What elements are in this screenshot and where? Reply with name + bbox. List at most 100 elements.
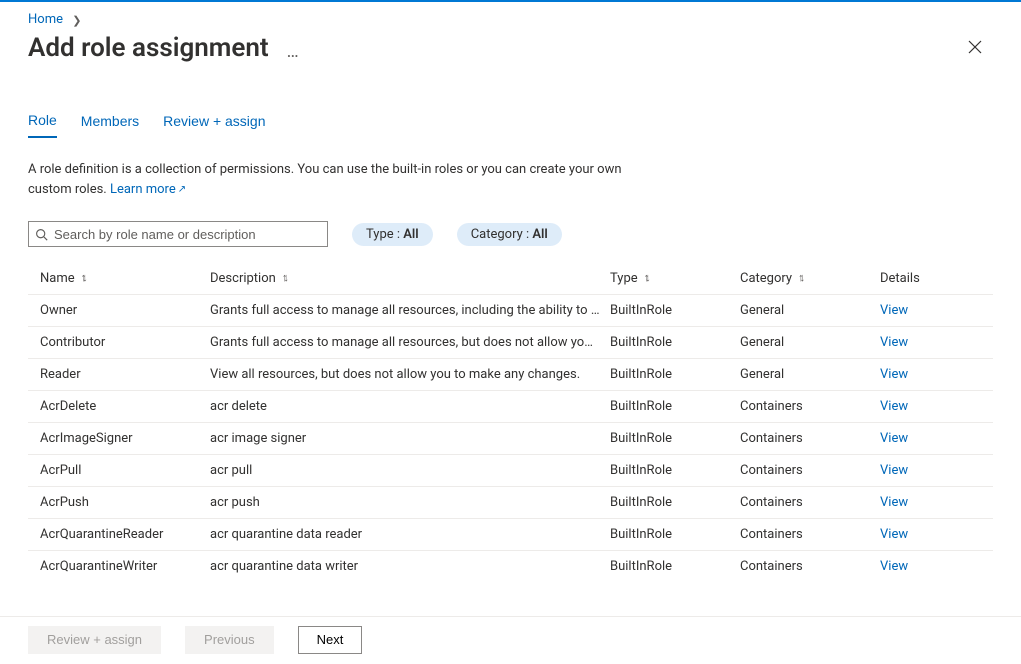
table-row[interactable]: OwnerGrants full access to manage all re…	[28, 294, 993, 326]
cell-description: acr delete	[210, 399, 610, 414]
learn-more-label: Learn more	[110, 182, 176, 197]
tab-review-assign[interactable]: Review + assign	[163, 106, 265, 138]
cell-name: AcrPush	[40, 495, 210, 510]
table-row[interactable]: ContributorGrants full access to manage …	[28, 326, 993, 358]
cell-type: BuiltInRole	[610, 559, 740, 574]
col-description-label: Description	[210, 271, 276, 286]
cell-type: BuiltInRole	[610, 303, 740, 318]
filter-category-label: Category :	[471, 227, 533, 242]
col-name[interactable]: Name ↑↓	[40, 271, 210, 286]
info-text: A role definition is a collection of per…	[28, 160, 668, 199]
cell-details-link[interactable]: View	[880, 367, 980, 382]
sort-icon: ↑↓	[282, 271, 285, 284]
cell-name: AcrPull	[40, 463, 210, 478]
cell-description: acr image signer	[210, 431, 610, 446]
cell-category: Containers	[740, 495, 880, 510]
cell-category: Containers	[740, 559, 880, 574]
cell-details-link[interactable]: View	[880, 335, 980, 350]
cell-description: acr quarantine data writer	[210, 559, 610, 574]
table-body: OwnerGrants full access to manage all re…	[28, 294, 993, 582]
tabs: Role Members Review + assign	[28, 106, 993, 138]
close-button[interactable]	[963, 37, 987, 61]
cell-name: Owner	[40, 303, 210, 318]
cell-details-link[interactable]: View	[880, 303, 980, 318]
cell-category: General	[740, 335, 880, 350]
cell-details-link[interactable]: View	[880, 463, 980, 478]
cell-description: Grants full access to manage all resourc…	[210, 303, 610, 318]
search-input[interactable]	[54, 227, 321, 242]
table-row[interactable]: AcrDeleteacr deleteBuiltInRoleContainers…	[28, 390, 993, 422]
cell-description: View all resources, but does not allow y…	[210, 367, 610, 382]
filter-type-value: All	[403, 227, 418, 242]
col-details: Details	[880, 271, 980, 286]
roles-table: Name ↑↓ Description ↑↓ Type ↑↓ Category ↑↓ D…	[28, 263, 993, 582]
filter-category-value: All	[532, 227, 547, 242]
tab-members[interactable]: Members	[81, 106, 139, 138]
learn-more-link[interactable]: Learn more↗	[110, 182, 186, 197]
cell-description: acr quarantine data reader	[210, 527, 610, 542]
cell-details-link[interactable]: View	[880, 399, 980, 414]
breadcrumb: Home ❯	[0, 2, 1021, 31]
col-description[interactable]: Description ↑↓	[210, 271, 610, 286]
cell-name: AcrImageSigner	[40, 431, 210, 446]
cell-category: Containers	[740, 399, 880, 414]
table-row[interactable]: AcrImageSigneracr image signerBuiltInRol…	[28, 422, 993, 454]
col-category[interactable]: Category ↑↓	[740, 271, 880, 286]
external-link-icon: ↗	[178, 184, 186, 195]
sort-icon: ↑↓	[81, 271, 84, 284]
cell-name: AcrDelete	[40, 399, 210, 414]
cell-type: BuiltInRole	[610, 495, 740, 510]
col-type-label: Type	[610, 271, 638, 286]
cell-name: AcrQuarantineReader	[40, 527, 210, 542]
cell-description: acr pull	[210, 463, 610, 478]
cell-category: Containers	[740, 527, 880, 542]
sort-icon: ↑↓	[798, 271, 801, 284]
col-category-label: Category	[740, 271, 792, 286]
search-input-container[interactable]	[28, 221, 328, 247]
table-row[interactable]: AcrPushacr pushBuiltInRoleContainersView	[28, 486, 993, 518]
close-icon	[968, 40, 982, 54]
next-button[interactable]: Next	[298, 626, 363, 654]
cell-description: acr push	[210, 495, 610, 510]
cell-name: Contributor	[40, 335, 210, 350]
cell-name: Reader	[40, 367, 210, 382]
col-type[interactable]: Type ↑↓	[610, 271, 740, 286]
filter-type-label: Type :	[366, 227, 403, 242]
cell-details-link[interactable]: View	[880, 495, 980, 510]
cell-type: BuiltInRole	[610, 399, 740, 414]
cell-details-link[interactable]: View	[880, 431, 980, 446]
cell-type: BuiltInRole	[610, 367, 740, 382]
cell-category: General	[740, 367, 880, 382]
cell-category: Containers	[740, 463, 880, 478]
cell-category: General	[740, 303, 880, 318]
cell-description: Grants full access to manage all resourc…	[210, 335, 610, 350]
more-actions-icon[interactable]: …	[287, 43, 301, 61]
review-assign-button: Review + assign	[28, 626, 161, 654]
cell-details-link[interactable]: View	[880, 559, 980, 574]
footer: Review + assign Previous Next	[0, 616, 1021, 654]
page-title: Add role assignment	[28, 33, 269, 63]
table-row[interactable]: AcrPullacr pullBuiltInRoleContainersView	[28, 454, 993, 486]
tab-role[interactable]: Role	[28, 106, 57, 138]
cell-type: BuiltInRole	[610, 463, 740, 478]
col-details-label: Details	[880, 271, 920, 286]
sort-icon: ↑↓	[644, 271, 647, 284]
previous-button: Previous	[185, 626, 274, 654]
content-scroll[interactable]: Role Members Review + assign A role defi…	[0, 88, 1021, 616]
breadcrumb-separator-icon: ❯	[72, 14, 81, 27]
cell-name: AcrQuarantineWriter	[40, 559, 210, 574]
horizontal-scrollbar[interactable]	[0, 654, 1021, 664]
search-icon	[35, 228, 48, 241]
cell-details-link[interactable]: View	[880, 527, 980, 542]
filter-category[interactable]: Category : All	[457, 223, 562, 246]
cell-type: BuiltInRole	[610, 431, 740, 446]
cell-type: BuiltInRole	[610, 527, 740, 542]
table-row[interactable]: ReaderView all resources, but does not a…	[28, 358, 993, 390]
table-row[interactable]: AcrQuarantineWriteracr quarantine data w…	[28, 550, 993, 582]
table-row[interactable]: AcrQuarantineReaderacr quarantine data r…	[28, 518, 993, 550]
cell-type: BuiltInRole	[610, 335, 740, 350]
filter-type[interactable]: Type : All	[352, 223, 433, 246]
col-name-label: Name	[40, 271, 75, 286]
cell-category: Containers	[740, 431, 880, 446]
breadcrumb-home[interactable]: Home	[28, 12, 63, 27]
